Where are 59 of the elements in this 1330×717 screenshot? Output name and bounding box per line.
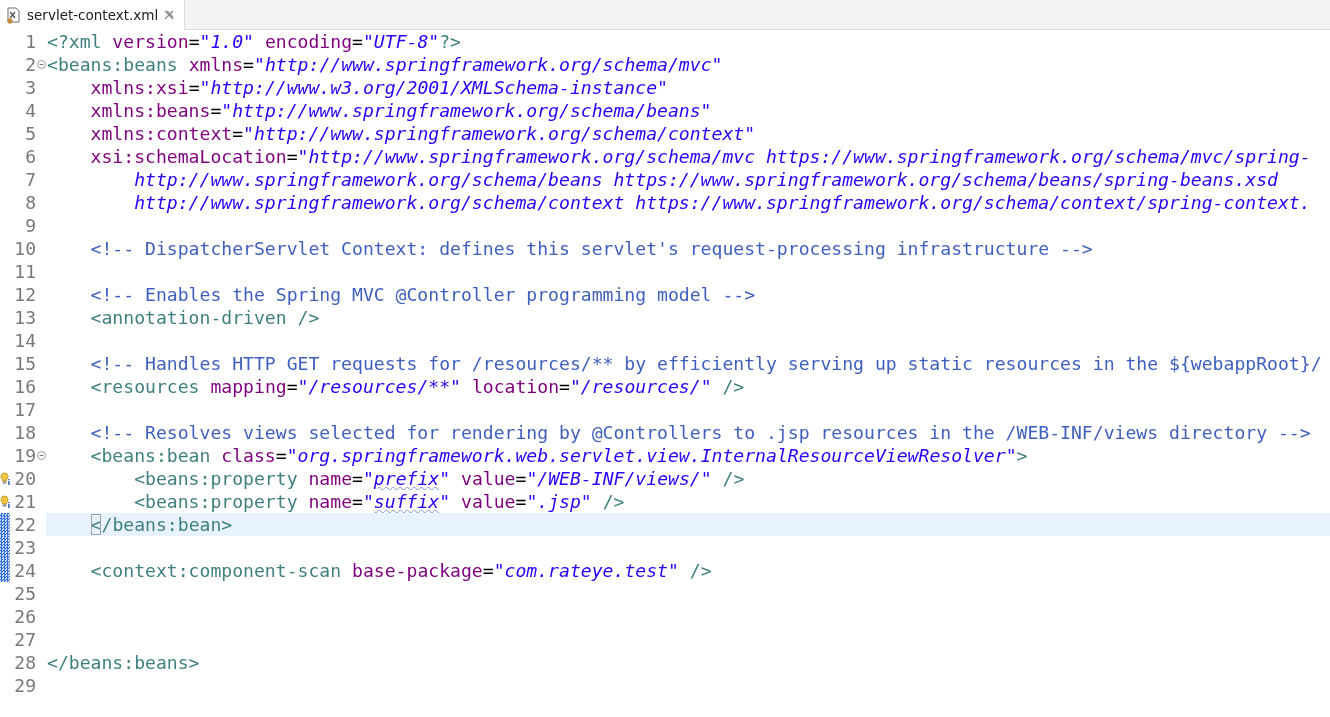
code-line: <resources mapping="/resources/**" location="/resources/" /> xyxy=(89,376,745,397)
code-line: <!-- Enables the Spring MVC @Controller programming model --> xyxy=(89,284,756,305)
code-line: <beans:beans xmlns="http://www.springframework.org/schema/mvc" xyxy=(47,54,723,75)
line-number: 29 xyxy=(13,675,36,696)
change-marker xyxy=(0,513,10,536)
line-number: 25 xyxy=(13,583,36,604)
line-number: 22 xyxy=(13,514,36,535)
line-number: 14 xyxy=(13,330,36,351)
line-number: 10 xyxy=(13,238,36,259)
line-number: 7 xyxy=(24,169,36,190)
code-line: <annotation-driven /> xyxy=(89,307,320,328)
collapse-icon[interactable] xyxy=(36,451,46,460)
line-number: 12 xyxy=(13,284,36,305)
code-line: http://www.springframework.org/schema/context https://www.springframework.org/schema/context/spring-context. xyxy=(133,192,1311,213)
line-number: 23 xyxy=(13,537,36,558)
code-line: http://www.springframework.org/schema/beans https://www.springframework.org/schema/beans/spring-beans.xsd xyxy=(133,169,1278,190)
line-number: 17 xyxy=(13,399,36,420)
line-number: 27 xyxy=(13,629,36,650)
code-line: <beans:bean class="org.springframework.web.servlet.view.InternalResourceViewResolver"> xyxy=(89,445,1028,466)
line-number: 2 xyxy=(24,54,36,75)
editor-tab[interactable]: servlet-context.xml xyxy=(0,0,186,30)
code-line: <beans:property name="prefix" value="/WEB-INF/views/" /> xyxy=(133,468,745,489)
xml-file-icon xyxy=(6,6,21,24)
code-line: <?xml version="1.0" encoding="UTF-8"?> xyxy=(47,31,461,52)
line-number: 18 xyxy=(13,422,36,443)
line-number: 19 xyxy=(13,445,36,466)
line-number: 13 xyxy=(13,307,36,328)
code-line: <!-- Resolves views selected for rendering by @Controllers to .jsp resources in the /WEB-INF/views directory --> xyxy=(89,422,1311,443)
line-number: 9 xyxy=(24,215,36,236)
code-line: xmlns:xsi="http://www.w3.org/2001/XMLSchema-instance" xyxy=(89,77,668,98)
lightbulb-icon[interactable] xyxy=(0,471,10,486)
code-line: xsi:schemaLocation="http://www.springframework.org/schema/mvc https://www.springframework.org/schema/mvc/spring- xyxy=(89,146,1311,167)
code-line: xmlns:beans="http://www.springframework.org/schema/beans" xyxy=(89,100,712,121)
line-number: 26 xyxy=(13,606,36,627)
code-line: <!-- Handles HTTP GET requests for /resources/** by efficiently serving up static resources in the ${webappRoot}/ xyxy=(89,353,1322,374)
line-number: 20 xyxy=(13,468,36,489)
change-marker xyxy=(0,559,10,582)
line-number: 6 xyxy=(24,146,36,167)
line-number: 11 xyxy=(13,261,36,282)
line-number: 1 xyxy=(24,31,36,52)
line-number: 8 xyxy=(24,192,36,213)
line-number: 3 xyxy=(24,77,36,98)
code-line: <!-- DispatcherServlet Context: defines this servlet's request-processing infrastructure --> xyxy=(89,238,1093,259)
tab-label: servlet-context.xml xyxy=(27,7,159,23)
line-number: 21 xyxy=(13,491,36,512)
line-number: 24 xyxy=(13,560,36,581)
close-icon[interactable] xyxy=(164,10,175,20)
code-line: xmlns:context="http://www.springframework.org/schema/context" xyxy=(89,123,756,144)
code-line: </beans:beans> xyxy=(47,652,200,673)
line-number: 5 xyxy=(24,123,36,144)
collapse-icon[interactable] xyxy=(36,60,46,69)
line-number: 4 xyxy=(24,100,36,121)
code-line: <context:component-scan base-package="com.rateye.test" /> xyxy=(89,560,712,581)
line-number: 15 xyxy=(13,353,36,374)
line-number: 16 xyxy=(13,376,36,397)
lightbulb-icon[interactable] xyxy=(0,494,10,509)
line-number: 28 xyxy=(13,652,36,673)
change-marker xyxy=(0,536,10,559)
code-line: <beans:property name="suffix" value=".jsp" /> xyxy=(133,491,625,512)
